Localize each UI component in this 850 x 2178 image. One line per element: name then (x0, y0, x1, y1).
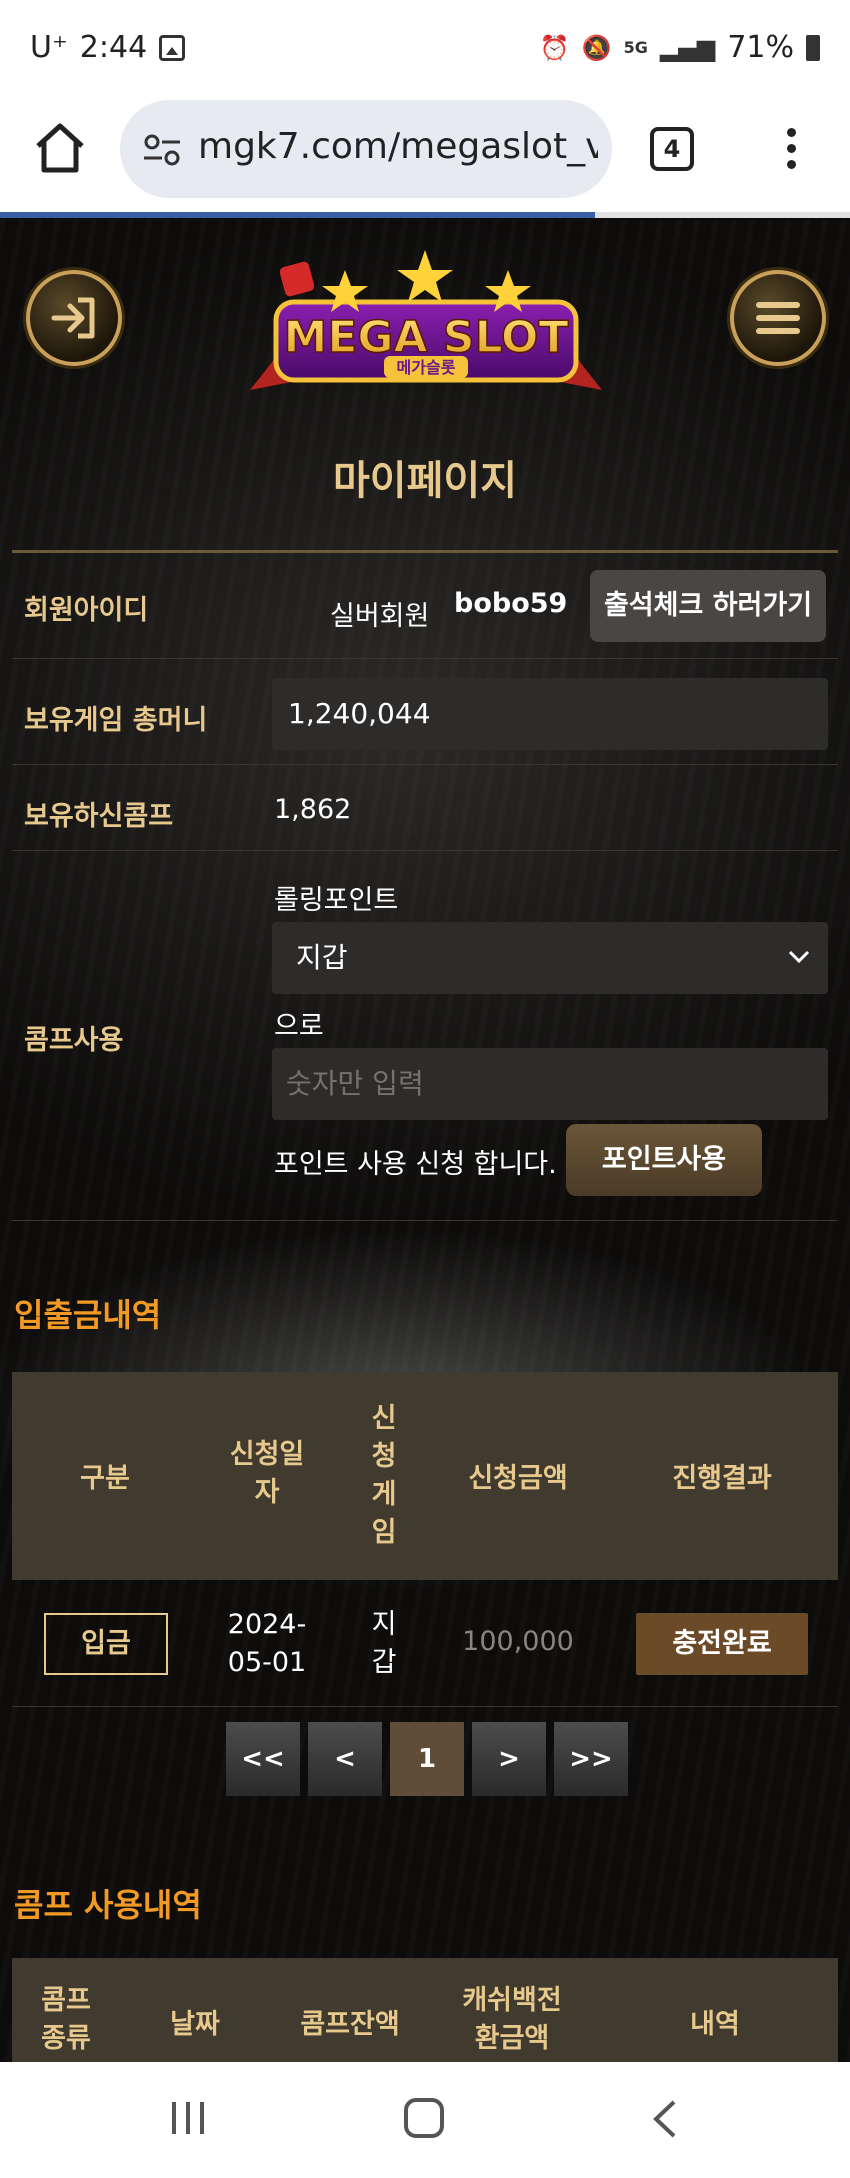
page-last-button[interactable]: >> (554, 1722, 628, 1796)
col-header-amount: 신청금액 (468, 1463, 568, 1494)
transaction-amount: 100,000 (462, 1626, 574, 1657)
transaction-game: 지갑 (371, 1609, 397, 1678)
transactions-title: 입출금내역 (14, 1296, 162, 1334)
recent-apps-icon[interactable] (168, 2100, 208, 2136)
mute-icon: 🔕 (581, 33, 612, 62)
title-divider (12, 550, 838, 553)
row-divider (12, 1220, 838, 1221)
wallet-select-value: 지갑 (296, 941, 348, 974)
pagination: << < 1 > >> (226, 1722, 628, 1796)
status-bar: U⁺ 2:44 ⏰ 🔕 5G ▂▄▆ 71% (0, 0, 850, 100)
rolling-point-label: 롤링포인트 (274, 885, 399, 916)
to-text: 으로 (274, 1011, 324, 1042)
game-money-label: 보유게임 총머니 (24, 705, 208, 736)
col-header-cashback: 캐쉬백전환금액 (462, 1985, 562, 2054)
alarm-icon: ⏰ (539, 33, 570, 62)
chevron-down-icon (788, 950, 810, 964)
home-icon[interactable] (32, 120, 88, 176)
page-first-button[interactable]: << (226, 1722, 300, 1796)
row-divider (12, 1706, 838, 1707)
clock: 2:44 (79, 30, 148, 65)
page-title: 마이페이지 (333, 458, 517, 504)
tab-switcher-button[interactable]: 4 (650, 127, 694, 171)
browser-toolbar: mgk7.com/megaslot_v 4 (0, 100, 850, 218)
col-header-type: 구분 (80, 1463, 130, 1494)
comp-history-title: 콤프 사용내역 (14, 1886, 202, 1924)
col-header-result: 진행결과 (672, 1463, 772, 1494)
gallery-notification-icon (159, 34, 186, 61)
transaction-status-badge: 충전완료 (636, 1613, 808, 1675)
col-header-comp-balance: 콤프잔액 (300, 2009, 400, 2040)
system-nav-bar (0, 2062, 850, 2178)
page-load-progress (0, 212, 850, 218)
carrier-label: U⁺ (30, 30, 68, 65)
attendance-check-button[interactable]: 출석체크 하러가기 (590, 570, 826, 642)
login-arrow-icon (51, 297, 95, 339)
wallet-select[interactable]: 지갑 (272, 922, 828, 994)
home-nav-icon[interactable] (404, 2098, 444, 2138)
transaction-type-badge: 입금 (44, 1613, 168, 1675)
apply-text: 포인트 사용 신청 합니다. (274, 1149, 557, 1180)
browser-menu-icon[interactable] (776, 128, 806, 172)
col-header-comp-date: 날짜 (170, 2009, 220, 2040)
col-header-comp-type: 콤프종류 (41, 1985, 91, 2054)
login-button[interactable] (26, 270, 122, 366)
game-money-field: 1,240,044 (272, 678, 828, 750)
menu-button[interactable] (730, 270, 826, 366)
site-settings-icon[interactable] (142, 130, 182, 170)
member-grade: 실버회원 (330, 601, 430, 632)
logo-title: MEGA SLOT (284, 312, 569, 363)
page-next-button[interactable]: > (472, 1722, 546, 1796)
logo-subtitle: 메가슬롯 (397, 358, 456, 377)
hamburger-menu-icon (756, 302, 800, 334)
mega-slot-logo[interactable]: MEGA SLOT 메가슬롯 (250, 240, 602, 410)
member-id-value: bobo59 (454, 588, 568, 619)
page-current-button[interactable]: 1 (390, 1722, 464, 1796)
address-bar[interactable]: mgk7.com/megaslot_v (120, 100, 612, 198)
battery-percent: 71% (727, 30, 794, 65)
row-divider (12, 658, 838, 659)
member-id-label: 회원아이디 (24, 595, 149, 626)
back-icon[interactable] (650, 2098, 680, 2140)
url-text[interactable]: mgk7.com/megaslot_v (198, 126, 598, 167)
comp-balance-label: 보유하신콤프 (24, 801, 174, 832)
battery-icon (806, 34, 820, 61)
signal-icon: ▂▄▆ (659, 33, 716, 62)
point-use-button[interactable]: 포인트사용 (566, 1124, 762, 1196)
col-header-date: 신청일자 (229, 1439, 305, 1508)
comp-balance-value: 1,862 (274, 794, 352, 825)
col-header-game: 신청게임 (371, 1403, 397, 1548)
transaction-date: 2024-05-01 (227, 1609, 307, 1678)
page-prev-button[interactable]: < (308, 1722, 382, 1796)
col-header-details: 내역 (690, 2009, 740, 2040)
row-divider (12, 850, 838, 851)
comp-use-label: 콤프사용 (24, 1025, 124, 1056)
network-type: 5G (623, 38, 648, 57)
row-divider (12, 764, 838, 765)
point-amount-input[interactable]: 숫자만 입력 (272, 1048, 828, 1120)
mypage-content: MEGA SLOT 메가슬롯 마이페이지 회원아이디 실버회원 bobo59 출… (0, 220, 850, 2062)
